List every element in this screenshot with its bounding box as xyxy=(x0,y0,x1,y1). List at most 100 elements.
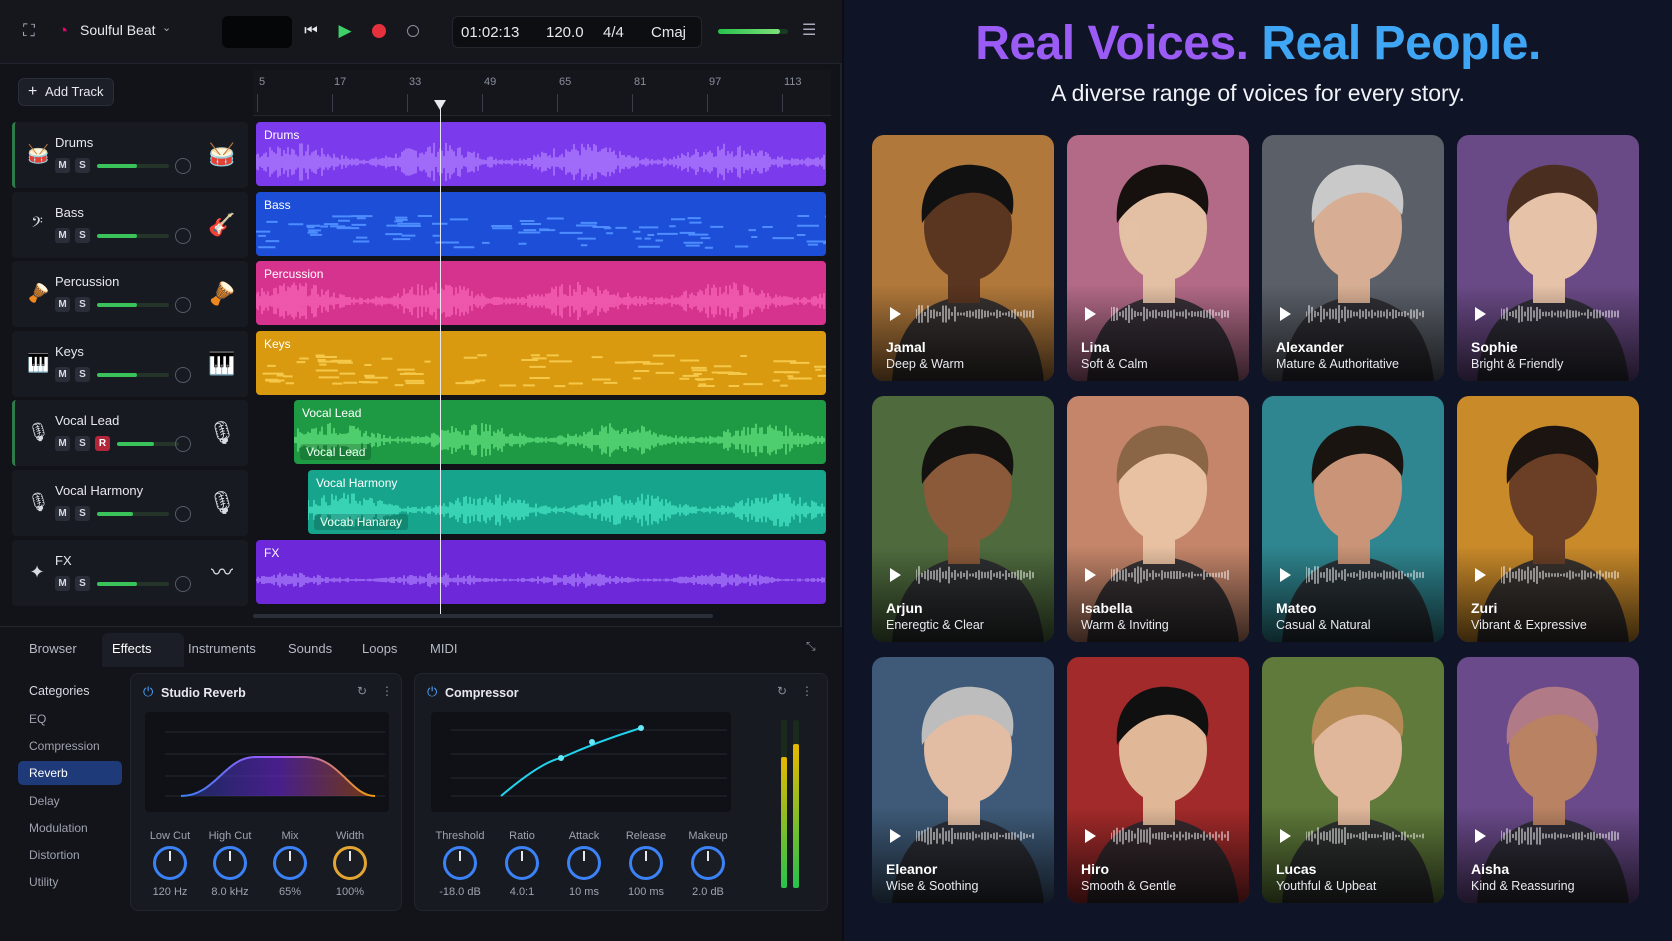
track-name[interactable]: Percussion xyxy=(55,274,119,289)
solo-button[interactable]: S xyxy=(75,575,90,591)
play-icon[interactable] xyxy=(1085,307,1096,321)
category-delay[interactable]: Delay xyxy=(18,789,122,813)
play-icon[interactable] xyxy=(890,307,901,321)
pan-knob[interactable] xyxy=(175,506,191,522)
voice-card-zuri[interactable]: Zuri Vibrant & Expressive xyxy=(1457,396,1639,642)
timeline-ruler[interactable]: 5 17 33 49 65 81 97 113 xyxy=(253,70,831,116)
tab-effects[interactable]: Effects xyxy=(112,641,152,656)
solo-button[interactable]: S xyxy=(75,366,90,382)
track-header-keys[interactable]: 🎹 Keys M S 🎹 xyxy=(12,330,248,397)
play-icon[interactable] xyxy=(1085,568,1096,582)
track-name[interactable]: Drums xyxy=(55,135,93,150)
category-utility[interactable]: Utility xyxy=(18,870,122,894)
track-name[interactable]: Vocal Lead xyxy=(55,413,119,428)
volume-slider[interactable] xyxy=(97,512,169,516)
voice-card-lina[interactable]: Lina Soft & Calm xyxy=(1067,135,1249,381)
refresh-icon[interactable]: ↻ xyxy=(357,684,367,698)
play-icon[interactable] xyxy=(890,829,901,843)
volume-slider[interactable] xyxy=(97,372,169,377)
clip-keys[interactable]: Keys xyxy=(256,330,826,395)
time-signature-display[interactable]: 4/4 xyxy=(603,24,624,41)
pan-knob[interactable] xyxy=(175,297,191,314)
solo-button[interactable]: S xyxy=(75,158,90,173)
clip-vocal-lead[interactable]: Vocal Lead Vocal Lead xyxy=(294,400,826,465)
category-modulation[interactable]: Modulation xyxy=(18,816,122,840)
solo-button[interactable]: S xyxy=(75,436,90,452)
pan-knob[interactable] xyxy=(175,227,191,244)
more-options-icon[interactable]: ⋮ xyxy=(381,684,393,698)
play-icon[interactable] xyxy=(1280,829,1291,843)
pan-knob[interactable] xyxy=(175,366,191,383)
pan-knob[interactable] xyxy=(175,436,191,453)
voice-card-lucas[interactable]: Lucas Youthful & Upbeat xyxy=(1262,657,1444,903)
release-knob[interactable] xyxy=(629,846,663,880)
track-header-vocal-lead[interactable]: 🎙 Vocal Lead M S R 🎙 xyxy=(12,400,248,467)
voice-card-eleanor[interactable]: Eleanor Wise & Soothing xyxy=(872,657,1054,903)
volume-slider[interactable] xyxy=(97,233,169,238)
collapse-panel-icon[interactable]: ⤡ xyxy=(806,639,816,654)
track-header-fx[interactable]: ✦ FX M S 〰 xyxy=(12,539,248,606)
play-icon[interactable]: ▶ xyxy=(334,20,356,42)
track-header-percussion[interactable]: 🪘 Percussion M S 🪘 xyxy=(12,261,248,328)
volume-slider[interactable] xyxy=(97,164,169,168)
record-icon[interactable] xyxy=(368,20,390,42)
makeup-knob[interactable] xyxy=(691,846,725,880)
play-icon[interactable] xyxy=(1475,307,1486,321)
ratio-knob[interactable] xyxy=(505,846,539,880)
voice-card-arjun[interactable]: Arjun Eneregtic & Clear xyxy=(872,396,1054,642)
volume-slider[interactable] xyxy=(97,303,169,308)
mute-button[interactable]: M xyxy=(55,158,70,173)
more-options-icon[interactable]: ⋮ xyxy=(801,684,813,698)
track-header-bass[interactable]: 𝄢 Bass M S 🎸 xyxy=(12,191,248,258)
mute-button[interactable]: M xyxy=(55,506,70,521)
key-display[interactable]: Cmaj xyxy=(651,24,686,41)
tab-browser[interactable]: Browser xyxy=(29,641,77,656)
play-icon[interactable] xyxy=(1085,829,1096,843)
record-arm-button[interactable]: R xyxy=(95,436,110,452)
solo-button[interactable]: S xyxy=(75,506,90,521)
skip-to-start-icon[interactable]: ⏮ xyxy=(300,20,322,42)
playhead[interactable] xyxy=(440,108,441,616)
tab-loops[interactable]: Loops xyxy=(362,641,397,656)
track-header-drums[interactable]: 🥁 Drums M S 🥁 xyxy=(12,122,248,188)
play-icon[interactable] xyxy=(1475,829,1486,843)
mute-button[interactable]: M xyxy=(55,575,70,591)
attack-knob[interactable] xyxy=(567,846,601,880)
add-track-button[interactable]: + Add Track xyxy=(18,78,114,106)
track-name[interactable]: Bass xyxy=(55,205,84,220)
loop-icon[interactable] xyxy=(402,20,424,42)
play-icon[interactable] xyxy=(1280,568,1291,582)
solo-button[interactable]: S xyxy=(75,227,90,243)
horizontal-scrollbar[interactable] xyxy=(253,614,713,618)
track-name[interactable]: Vocal Harmony xyxy=(55,483,143,498)
fullscreen-icon[interactable]: ⛶ xyxy=(18,20,40,42)
tab-midi[interactable]: MIDI xyxy=(430,641,457,656)
voice-card-mateo[interactable]: Mateo Casual & Natural xyxy=(1262,396,1444,642)
project-name[interactable]: Soulful Beat xyxy=(80,22,156,38)
tab-sounds[interactable]: Sounds xyxy=(288,641,332,656)
play-icon[interactable] xyxy=(890,568,901,582)
mute-button[interactable]: M xyxy=(55,297,70,313)
high-cut-knob[interactable] xyxy=(213,846,247,880)
power-icon[interactable]: ⏻ xyxy=(427,684,437,700)
clip-vocal-harmony[interactable]: Vocal Harmony Vocab Hanaray xyxy=(308,470,826,534)
category-distortion[interactable]: Distortion xyxy=(18,843,122,867)
mute-button[interactable]: M xyxy=(55,227,70,243)
power-icon[interactable]: ⏻ xyxy=(143,684,153,700)
category-compression[interactable]: Compression xyxy=(18,734,122,758)
time-display[interactable]: 01:02:13 xyxy=(461,24,519,41)
mute-button[interactable]: M xyxy=(55,366,70,382)
solo-button[interactable]: S xyxy=(75,297,90,313)
clip-drums[interactable]: Drums xyxy=(256,122,826,186)
clip-bass[interactable]: Bass xyxy=(256,191,826,256)
pan-knob[interactable] xyxy=(175,158,191,174)
chevron-down-icon[interactable]: ⌄ xyxy=(162,21,171,34)
voice-card-isabella[interactable]: Isabella Warm & Inviting xyxy=(1067,396,1249,642)
track-header-vocal-harmony[interactable]: 🎙 Vocal Harmony M S 🎙 xyxy=(12,470,248,536)
mute-button[interactable]: M xyxy=(55,436,70,452)
volume-slider[interactable] xyxy=(117,442,179,447)
pan-knob[interactable] xyxy=(175,575,191,592)
category-eq[interactable]: EQ xyxy=(18,707,122,731)
voice-card-hiro[interactable]: Hiro Smooth & Gentle xyxy=(1067,657,1249,903)
track-name[interactable]: FX xyxy=(55,553,72,568)
